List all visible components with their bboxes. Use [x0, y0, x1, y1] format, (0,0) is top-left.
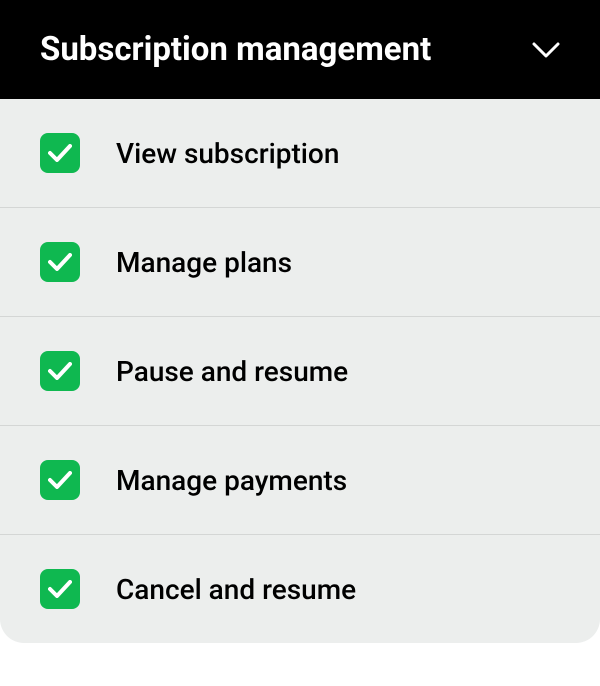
card-title: Subscription management [40, 30, 431, 69]
item-label: Pause and resume [116, 355, 348, 388]
list-item: Pause and resume [0, 317, 600, 426]
checkbox-manage-payments[interactable] [40, 460, 80, 500]
check-icon [48, 253, 72, 271]
item-label: Manage payments [116, 464, 347, 497]
check-icon [48, 471, 72, 489]
check-icon [48, 362, 72, 380]
item-label: Cancel and resume [116, 573, 356, 606]
check-icon [48, 144, 72, 162]
subscription-management-card: Subscription management View subscriptio… [0, 0, 600, 643]
list-item: Manage payments [0, 426, 600, 535]
options-list: View subscription Manage plans Pause and… [0, 99, 600, 643]
list-item: Cancel and resume [0, 535, 600, 643]
item-label: View subscription [116, 137, 339, 170]
item-label: Manage plans [116, 246, 292, 279]
checkbox-pause-resume[interactable] [40, 351, 80, 391]
checkbox-cancel-resume[interactable] [40, 569, 80, 609]
chevron-down-icon [532, 42, 560, 58]
list-item: View subscription [0, 99, 600, 208]
checkbox-manage-plans[interactable] [40, 242, 80, 282]
card-header[interactable]: Subscription management [0, 0, 600, 99]
checkbox-view-subscription[interactable] [40, 133, 80, 173]
list-item: Manage plans [0, 208, 600, 317]
check-icon [48, 580, 72, 598]
